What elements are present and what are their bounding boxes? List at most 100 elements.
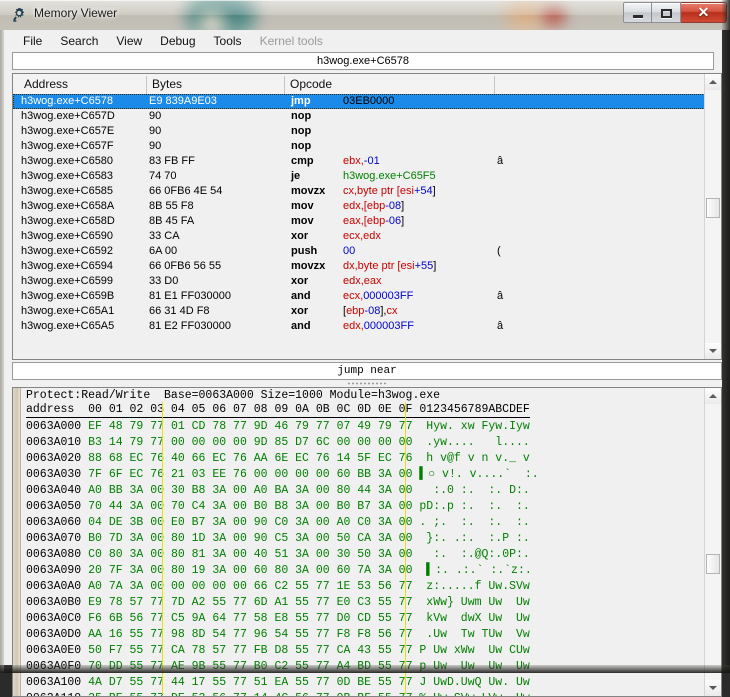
disassembler-column-header-bytes[interactable]: Bytes [147,76,285,94]
hex-row-ascii: :. :.@Q:.0P:. [419,548,529,561]
hex-dump-row[interactable]: 0063A050 70 44 3A 00 70 C4 3A 00 B0 B8 3… [26,499,702,515]
hex-row-address: 0063A090 [26,564,88,577]
disassembler-row-comment: ( [497,244,505,259]
disassembler-scrollbar[interactable] [704,74,721,359]
disassembler-row-operands: 00 [343,244,355,259]
hex-row-address: 0063A0E0 [26,644,88,657]
disassembler-row[interactable]: h3wog.exe+C658D8B 45 FAmoveax,[ebp-06] [13,214,705,229]
disassembler-row-operands: eax,[ebp-06] [343,214,404,229]
disassembler-row[interactable]: h3wog.exe+C657E90nop [13,124,705,139]
hex-divider-left [162,402,163,694]
hex-dump-row[interactable]: 0063A100 4A D7 55 77 44 17 55 77 51 EA 5… [26,675,702,691]
hex-dump-row[interactable]: 0063A090 20 7F 3A 00 80 19 3A 00 60 80 3… [26,563,702,579]
hex-row-ascii: .Uw Tw TUw Vw [419,628,529,641]
disassembler-row-bytes: 90 [149,109,161,124]
hex-dump-row[interactable]: 0063A070 B0 7D 3A 00 80 1D 3A 00 90 C5 3… [26,531,702,547]
window-controls: ✕ [623,2,727,23]
close-button[interactable]: ✕ [681,2,727,23]
client-inner: File Search View Debug Tools Kernel tool… [4,30,722,665]
menu-item-file[interactable]: File [14,32,51,51]
hex-dump-row[interactable]: 0063A0D0 AA 16 55 77 98 8D 54 77 96 54 5… [26,627,702,643]
disassembler-row-comment: â [497,154,505,169]
splitter-grip-icon [347,382,387,385]
disassembler-row-address: h3wog.exe+C659B [21,289,114,304]
disassembler-scroll-down-button[interactable] [705,343,721,359]
menu-item-search[interactable]: Search [51,32,107,51]
disassembler-row-mnemonic: nop [291,139,311,154]
disassembler-row[interactable]: h3wog.exe+C658566 0FB6 4E 54movzxcx,byte… [13,184,705,199]
disassembler-row[interactable]: h3wog.exe+C658374 70jeh3wog.exe+C65F5 [13,169,705,184]
hex-dump-row[interactable]: 0063A010 B3 14 79 77 00 00 00 00 9D 85 D… [26,435,702,451]
hex-dump-row[interactable]: 0063A020 88 68 EC 76 40 66 EC 76 AA 6E E… [26,451,702,467]
menu-item-tools[interactable]: Tools [205,32,251,51]
hex-dump-row[interactable]: 0063A060 04 DE 3B 00 E0 B7 3A 00 90 C0 3… [26,515,702,531]
disassembler-row[interactable]: h3wog.exe+C659933 D0xoredx,eax [13,274,705,289]
hex-dump-row[interactable]: 0063A0E0 50 F7 55 77 CA 78 57 77 FB D8 5… [26,643,702,659]
disassembler-row[interactable]: h3wog.exe+C658A8B 55 F8movedx,[ebp-08] [13,199,705,214]
hex-dump-row[interactable]: 0063A000 EF 48 79 77 01 CD 78 77 9D 46 7… [26,419,702,435]
hex-row-bytes: A0 7A 3A 00 00 00 00 00 66 C2 55 77 1E 5… [88,580,419,593]
disassembler-row-mnemonic: xor [291,229,308,244]
hex-row-bytes: 70 44 3A 00 70 C4 3A 00 B0 B8 3A 00 B0 B… [88,500,419,513]
menu-item-view[interactable]: View [107,32,151,51]
disassembler-scroll-thumb[interactable] [706,198,720,218]
hex-row-address: 0063A0A0 [26,580,88,593]
disassembler-column-header-opcode[interactable]: Opcode [285,76,495,94]
disassembler-row[interactable]: h3wog.exe+C659B81 E1 FF030000andecx,0000… [13,289,705,304]
hex-dump-row[interactable]: 0063A030 7F 6F EC 76 21 03 EE 76 00 00 0… [26,467,702,483]
disassembler-row[interactable]: h3wog.exe+C659466 0FB6 56 55movzxdx,byte… [13,259,705,274]
disassembler-row-comment: â [497,319,505,334]
disassembler-row-address: h3wog.exe+C658D [21,214,115,229]
hex-row-bytes: B3 14 79 77 00 00 00 00 9D 85 D7 6C 00 0… [88,436,419,449]
disassembler-row[interactable]: h3wog.exe+C657F90nop [13,139,705,154]
hex-dump-scrollbar[interactable] [704,388,721,696]
disassembler-row-address: h3wog.exe+C65A1 [21,304,114,319]
minimize-button[interactable] [623,2,652,23]
titlebar[interactable]: Memory Viewer ✕ [0,0,730,30]
hex-row-bytes: A0 BB 3A 00 30 B8 3A 00 A0 BA 3A 00 80 4… [88,484,419,497]
hex-scroll-down-button[interactable] [705,680,721,696]
disassembler-row-bytes: 8B 55 F8 [149,199,194,214]
panel-splitter[interactable] [12,381,722,386]
hex-dump-row[interactable]: 0063A080 C0 80 3A 00 80 81 3A 00 40 51 3… [26,547,702,563]
disassembler-row-bytes: 66 0FB6 56 55 [149,259,221,274]
disassembler-row[interactable]: h3wog.exe+C6578E9 839A9E03jmp03EB0000 [13,94,705,109]
hex-dump-row[interactable]: 0063A040 A0 BB 3A 00 30 B8 3A 00 A0 BA 3… [26,483,702,499]
disassembler-panel: AddressBytesOpcode h3wog.exe+C6578E9 839… [12,73,722,360]
hex-row-bytes: 7F 6F EC 76 21 03 EE 76 00 00 00 00 60 B… [88,468,419,481]
hex-scroll-up-button[interactable] [705,388,721,404]
disassembler-column-header-extra[interactable] [495,76,722,94]
address-display[interactable]: h3wog.exe+C6578 [12,52,714,70]
menu-item-debug[interactable]: Debug [151,32,204,51]
disassembler-row[interactable]: h3wog.exe+C65926A 00push00( [13,244,705,259]
hex-dump-rows[interactable]: 0063A000 EF 48 79 77 01 CD 78 77 9D 46 7… [26,419,702,696]
hex-row-ascii: }:. .:. :.P :. [419,532,529,545]
hex-dump-row[interactable]: 0063A0C0 F6 6B 56 77 C5 9A 64 77 58 E8 5… [26,611,702,627]
disassembler-row[interactable]: h3wog.exe+C65A166 31 4D F8xor[ebp-08],cx [13,304,705,319]
disassembler-rows[interactable]: h3wog.exe+C6578E9 839A9E03jmp03EB0000h3w… [13,94,705,359]
hex-row-address: 0063A040 [26,484,88,497]
hex-region-info: Protect:Read/Write Base=0063A000 Size=10… [26,389,440,402]
hex-dump-body[interactable]: Protect:Read/Write Base=0063A000 Size=10… [22,388,705,696]
hex-scroll-thumb[interactable] [706,554,720,574]
hex-row-bytes: 20 7F 3A 00 80 19 3A 00 60 80 3A 00 60 7… [88,564,419,577]
disassembler-row-operands: ebx,-01 [343,154,380,169]
hex-dump-row[interactable]: 0063A0B0 E9 78 57 77 7D A2 55 77 6D A1 5… [26,595,702,611]
hex-dump-row[interactable]: 0063A0A0 A0 7A 3A 00 00 00 00 00 66 C2 5… [26,579,702,595]
disassembler-row[interactable]: h3wog.exe+C658083 FB FFcmpebx,-01â [13,154,705,169]
hex-dump-row[interactable]: 0063A110 25 BE 55 77 DE 53 56 77 14 4C 5… [26,691,702,696]
disassembler-row[interactable]: h3wog.exe+C659033 CAxorecx,edx [13,229,705,244]
disassembler-row-address: h3wog.exe+C6578 [21,94,113,109]
hex-row-bytes: 25 BE 55 77 DE 53 56 77 14 4C 56 77 9B B… [88,692,419,696]
disassembler-scroll-up-button[interactable] [705,74,721,90]
hex-column-header: address 00 01 02 03 04 05 06 07 08 09 0A… [26,403,530,418]
cheat-engine-icon [11,7,27,23]
disassembler-column-header-address[interactable]: Address [19,76,147,94]
disassembler-row[interactable]: h3wog.exe+C657D90nop [13,109,705,124]
disassembler-row[interactable]: h3wog.exe+C65A581 E2 FF030000andedx,0000… [13,319,705,334]
disassembler-row-address: h3wog.exe+C6590 [21,229,113,244]
hex-dump-panel: Protect:Read/Write Base=0063A000 Size=10… [12,387,722,697]
disassembler-row-bytes: 74 70 [149,169,177,184]
memory-viewer-window: Memory Viewer ✕ File Search View Debug T… [0,0,730,673]
maximize-button[interactable] [652,2,681,23]
